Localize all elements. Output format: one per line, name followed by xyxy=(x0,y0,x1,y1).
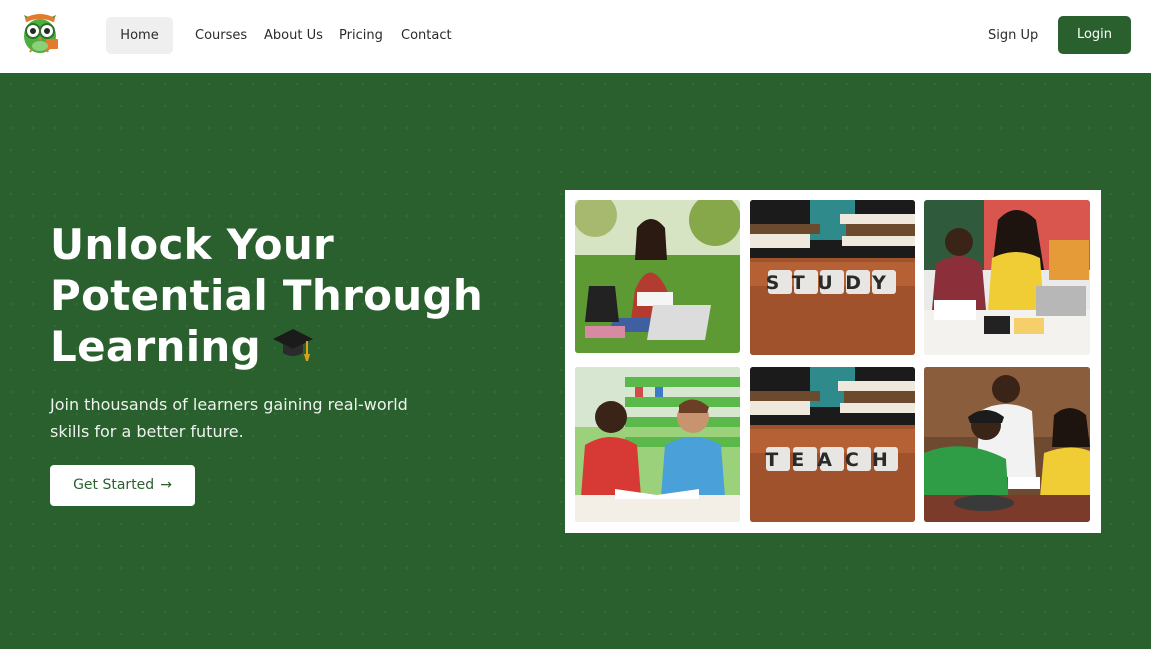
gallery-photo-kids-reading xyxy=(575,367,740,522)
gallery-photo-study-blocks: STUDY xyxy=(750,200,915,355)
top-navbar: Home Courses About Us Pricing Contact Si… xyxy=(0,0,1151,73)
get-started-button[interactable]: Get Started → xyxy=(50,465,195,506)
arrow-right-icon: → xyxy=(160,477,172,493)
gallery-photo-teach-blocks: TEACH xyxy=(750,367,915,522)
owl-logo-icon[interactable] xyxy=(18,12,62,56)
graduation-cap-icon xyxy=(272,329,313,361)
hero-subtitle-line-2: skills for a better future. xyxy=(50,422,244,441)
study-dice: STUDY xyxy=(766,270,899,294)
hero-title-line-2: Potential Through xyxy=(50,271,484,320)
hero-title: Unlock Your Potential Through Learning xyxy=(50,219,550,372)
teach-word: TEACH xyxy=(765,449,901,471)
hero-title-line-3-text: Learning xyxy=(50,322,261,371)
gallery-photo-student-outdoors xyxy=(575,200,740,353)
gallery-photo-group-study xyxy=(924,367,1090,522)
hero-section: Unlock Your Potential Through Learning J… xyxy=(0,73,1151,649)
nav-courses-link[interactable]: Courses xyxy=(195,17,247,54)
gallery-photo-students-table xyxy=(924,200,1090,355)
login-button[interactable]: Login xyxy=(1058,16,1131,54)
hero-title-line-3: Learning xyxy=(50,321,550,372)
hero-title-line-1: Unlock Your xyxy=(50,220,335,269)
photo-gallery: STUDY TEACH xyxy=(565,190,1101,533)
nav-pricing-link[interactable]: Pricing xyxy=(339,17,383,54)
study-word: STUDY xyxy=(766,272,899,294)
nav-contact-link[interactable]: Contact xyxy=(401,17,452,54)
hero-subtitle-line-1: Join thousands of learners gaining real-… xyxy=(50,395,408,414)
teach-dice: TEACH xyxy=(765,447,901,471)
get-started-label: Get Started xyxy=(73,477,155,493)
signup-link[interactable]: Sign Up xyxy=(988,17,1038,54)
hero-subtitle: Join thousands of learners gaining real-… xyxy=(50,391,450,445)
nav-home-link[interactable]: Home xyxy=(106,17,173,54)
nav-about-link[interactable]: About Us xyxy=(264,17,323,54)
